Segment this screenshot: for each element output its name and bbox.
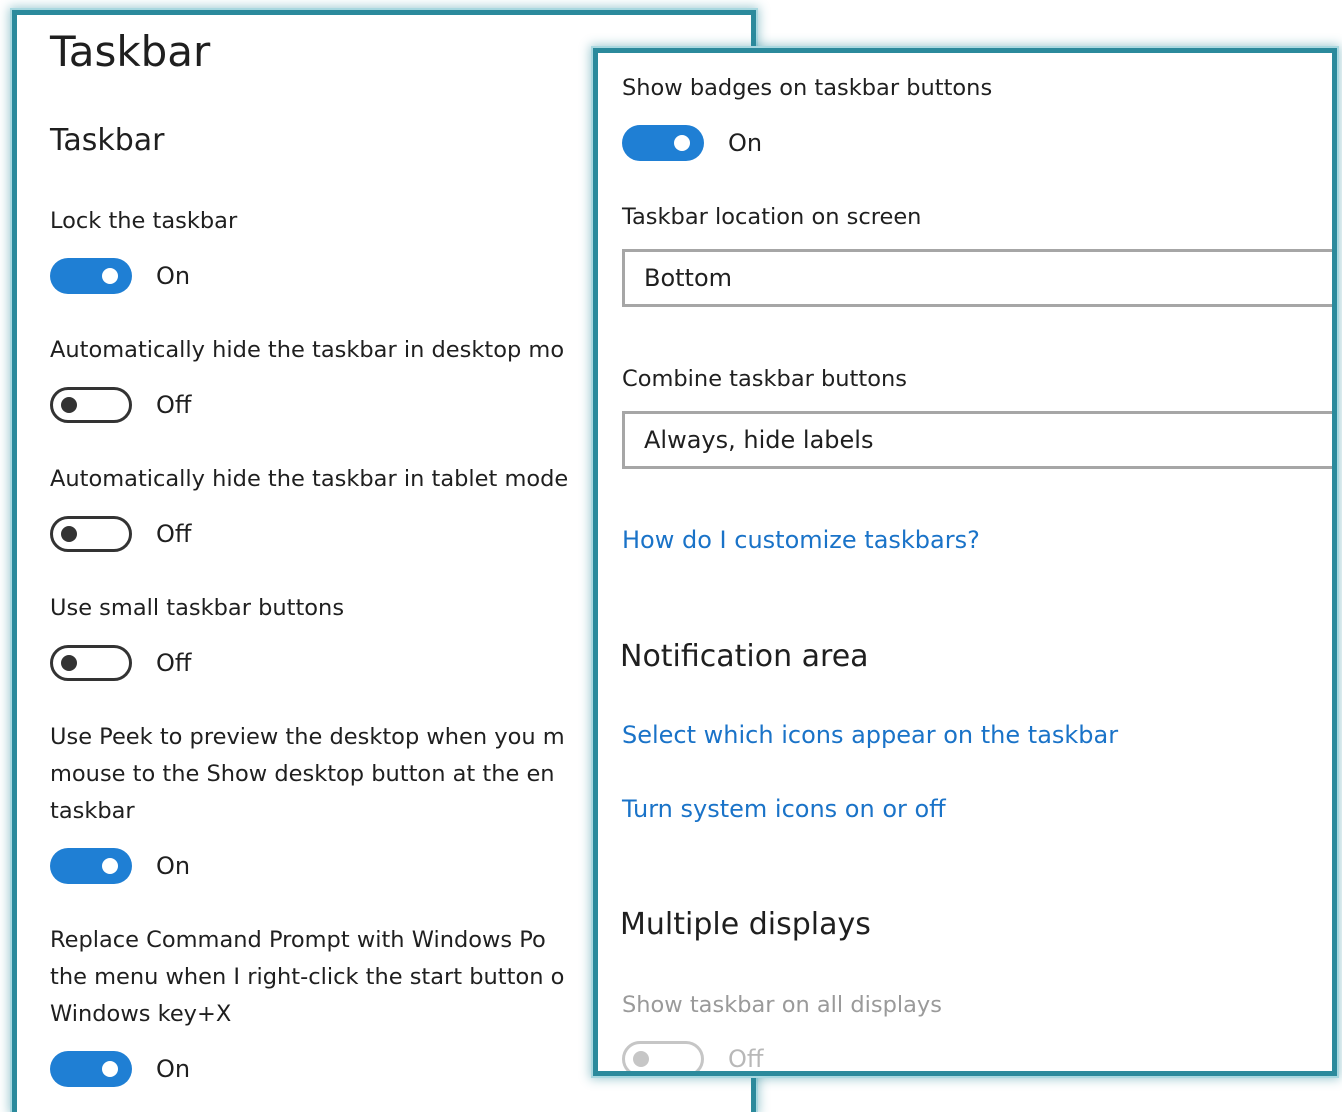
section-title-multiple-displays: Multiple displays — [620, 907, 871, 942]
toggle-knob — [61, 397, 77, 413]
all-displays-setting: Off — [622, 1041, 764, 1073]
peek-setting: On — [50, 848, 190, 884]
autohide-desktop-setting: Off — [50, 387, 191, 423]
setting-label-location: Taskbar location on screen — [622, 204, 922, 230]
settings-panel-right: Show badges on taskbar buttons On Taskba… — [593, 48, 1337, 1076]
powershell-toggle[interactable] — [50, 1051, 132, 1087]
combine-buttons-dropdown[interactable]: Always, hide labels — [622, 411, 1332, 469]
toggle-knob — [633, 1051, 649, 1067]
setting-label-combine: Combine taskbar buttons — [622, 366, 907, 392]
small-buttons-toggle[interactable] — [50, 645, 132, 681]
toggle-state-label: On — [728, 129, 763, 157]
toggle-knob — [61, 526, 77, 542]
all-displays-toggle[interactable] — [622, 1041, 704, 1071]
toggle-state-label: On — [156, 852, 191, 880]
toggle-state-label: Off — [156, 520, 192, 548]
toggle-state-label: On — [156, 1055, 191, 1083]
badges-setting: On — [622, 125, 762, 161]
setting-label-autohide-desktop: Automatically hide the taskbar in deskto… — [50, 337, 565, 363]
page-title: Taskbar — [50, 27, 211, 76]
setting-label-lock-taskbar: Lock the taskbar — [50, 208, 238, 234]
toggle-state-label: On — [156, 262, 191, 290]
toggle-knob — [102, 1061, 118, 1077]
lock-taskbar-setting: On — [50, 258, 190, 294]
toggle-state-label: Off — [156, 391, 192, 419]
lock-taskbar-toggle[interactable] — [50, 258, 132, 294]
setting-label-peek: Use Peek to preview the desktop when you… — [50, 724, 565, 824]
setting-label-powershell: Replace Command Prompt with Windows Po t… — [50, 927, 565, 1027]
customize-taskbars-link[interactable]: How do I customize taskbars? — [622, 526, 980, 554]
toggle-knob — [61, 655, 77, 671]
toggle-knob — [102, 858, 118, 874]
section-title-taskbar: Taskbar — [50, 123, 165, 158]
small-buttons-setting: Off — [50, 645, 191, 681]
autohide-tablet-setting: Off — [50, 516, 191, 552]
dropdown-value: Always, hide labels — [644, 426, 874, 454]
badges-toggle[interactable] — [622, 125, 704, 161]
toggle-state-label: Off — [156, 649, 192, 677]
system-icons-link[interactable]: Turn system icons on or off — [622, 795, 946, 823]
setting-label-small-buttons: Use small taskbar buttons — [50, 595, 345, 621]
autohide-desktop-toggle[interactable] — [50, 387, 132, 423]
toggle-knob — [674, 135, 690, 151]
toggle-knob — [102, 268, 118, 284]
autohide-tablet-toggle[interactable] — [50, 516, 132, 552]
taskbar-location-dropdown[interactable]: Bottom — [622, 249, 1332, 307]
powershell-setting: On — [50, 1051, 190, 1087]
select-icons-link[interactable]: Select which icons appear on the taskbar — [622, 721, 1118, 749]
dropdown-value: Bottom — [644, 264, 733, 292]
peek-toggle[interactable] — [50, 848, 132, 884]
setting-label-autohide-tablet: Automatically hide the taskbar in tablet… — [50, 466, 569, 492]
setting-label-all-displays: Show taskbar on all displays — [622, 992, 942, 1018]
setting-label-badges: Show badges on taskbar buttons — [622, 75, 993, 101]
section-title-notification-area: Notification area — [620, 639, 869, 674]
toggle-state-label: Off — [728, 1045, 764, 1073]
